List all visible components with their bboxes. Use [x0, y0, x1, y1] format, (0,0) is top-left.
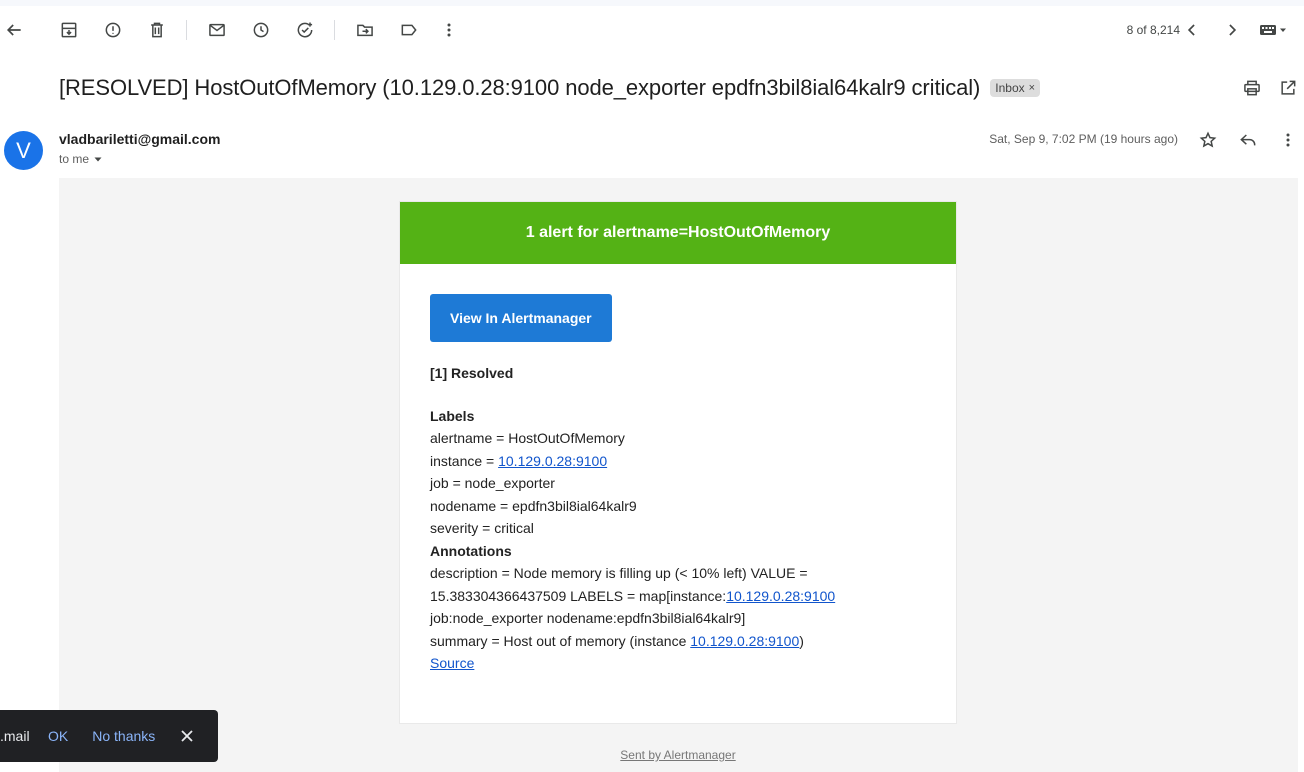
summary-prefix: summary = Host out of memory (instance	[430, 632, 691, 649]
back-button[interactable]	[0, 10, 34, 50]
reply-button[interactable]	[1236, 128, 1260, 152]
subject-row: [RESOLVED] HostOutOfMemory (10.129.0.28:…	[59, 72, 1041, 104]
instance-link[interactable]: 10.129.0.28:9100	[498, 453, 607, 469]
description-line-2: 15.383304366437509 LABELS = map[instance…	[430, 585, 926, 608]
clock-icon	[253, 22, 269, 38]
description-prefix: 15.383304366437509 LABELS = map[instance…	[430, 587, 727, 604]
dropdown-arrow-icon	[94, 157, 102, 162]
close-icon	[181, 730, 193, 742]
keyboard-icon	[1260, 25, 1286, 35]
remove-label-icon[interactable]: ×	[1029, 82, 1035, 94]
star-icon	[1199, 131, 1217, 148]
job-label: job = node_exporter	[430, 475, 555, 491]
open-in-new-icon	[1281, 80, 1296, 95]
top-strip	[0, 0, 1304, 6]
summary-suffix: )	[799, 632, 804, 649]
mark-unread-button[interactable]	[197, 10, 237, 50]
resolved-heading: [1] Resolved	[430, 365, 514, 381]
description-line-3: job:node_exporter nodename:epdfn3bil8ial…	[430, 610, 746, 626]
message-toolbar: 8 of 8,214	[0, 10, 1304, 50]
alert-header: 1 alert for alertname=HostOutOfMemory	[400, 202, 956, 264]
sender-email[interactable]: vladbariletti@gmail.com	[59, 131, 220, 147]
snackbar-close-button[interactable]	[179, 728, 195, 744]
message-subject: [RESOLVED] HostOutOfMemory (10.129.0.28:…	[59, 75, 981, 100]
alertname-label: alertname = HostOutOfMemory	[430, 430, 625, 446]
arrow-left-icon	[6, 24, 21, 36]
more-options-button[interactable]	[429, 10, 469, 50]
severity-label: severity = critical	[430, 520, 534, 536]
nodename-label: nodename = epdfn3bil8ial64kalr9	[430, 497, 637, 514]
newer-button[interactable]	[1172, 10, 1212, 50]
print-icon	[1244, 80, 1260, 96]
toolbar-divider	[186, 20, 187, 40]
report-spam-button[interactable]	[93, 10, 133, 50]
snackbar: mail. OK No thanks	[0, 710, 218, 762]
labels-heading: Labels	[430, 407, 475, 424]
pager-count: 8 of 8,214	[1126, 23, 1180, 37]
instance-prefix: instance =	[430, 452, 499, 469]
more-vert-icon	[1286, 133, 1290, 147]
move-to-button[interactable]	[345, 10, 385, 50]
toolbar-divider	[334, 20, 335, 40]
alert-body: View In Alertmanager [1] Resolved Labels…	[400, 264, 956, 675]
mail-icon	[209, 23, 225, 37]
input-tools-button[interactable]	[1252, 10, 1296, 50]
recipients-text: to me	[59, 152, 90, 166]
sent-by-footer[interactable]: Sent by Alertmanager	[399, 748, 957, 762]
instance-label: instance = 10.129.0.28:9100	[430, 450, 926, 473]
snackbar-no-thanks-button[interactable]: No thanks	[92, 728, 155, 744]
snackbar-text: mail.	[0, 728, 30, 744]
sender-avatar[interactable]: V	[4, 131, 43, 170]
more-vert-icon	[447, 23, 451, 37]
move-folder-icon	[357, 24, 373, 37]
summary-annotation: summary = Host out of memory (instance 1…	[430, 630, 926, 653]
older-button[interactable]	[1212, 10, 1252, 50]
message-more-button[interactable]	[1276, 128, 1300, 152]
snooze-button[interactable]	[241, 10, 281, 50]
alert-card: 1 alert for alertname=HostOutOfMemory Vi…	[399, 201, 957, 724]
open-new-window-button[interactable]	[1276, 76, 1300, 100]
trash-icon	[151, 22, 163, 38]
add-task-icon	[297, 22, 313, 38]
snackbar-ok-button[interactable]: OK	[48, 728, 68, 744]
description-instance-link[interactable]: 10.129.0.28:9100	[726, 588, 835, 604]
source-link[interactable]: Source	[430, 655, 474, 671]
label-icon	[401, 24, 417, 36]
summary-instance-link[interactable]: 10.129.0.28:9100	[690, 633, 799, 649]
inbox-label-chip[interactable]: Inbox ×	[990, 79, 1041, 97]
message-date: Sat, Sep 9, 7:02 PM (19 hours ago)	[989, 132, 1178, 146]
chevron-right-icon	[1229, 24, 1237, 36]
reply-icon	[1240, 134, 1256, 146]
star-button[interactable]	[1196, 128, 1220, 152]
recipients-toggle[interactable]: to me	[59, 152, 103, 166]
archive-button[interactable]	[49, 10, 89, 50]
labels-button[interactable]	[389, 10, 429, 50]
description-line-1: description = Node memory is filling up …	[430, 565, 808, 581]
report-icon	[105, 22, 121, 38]
label-text: Inbox	[995, 81, 1025, 95]
print-button[interactable]	[1240, 76, 1264, 100]
view-in-alertmanager-button[interactable]: View In Alertmanager	[430, 294, 612, 342]
chevron-left-icon	[1187, 24, 1195, 36]
archive-icon	[61, 22, 77, 38]
add-to-tasks-button[interactable]	[285, 10, 325, 50]
annotations-heading: Annotations	[430, 542, 512, 559]
delete-button[interactable]	[137, 10, 177, 50]
